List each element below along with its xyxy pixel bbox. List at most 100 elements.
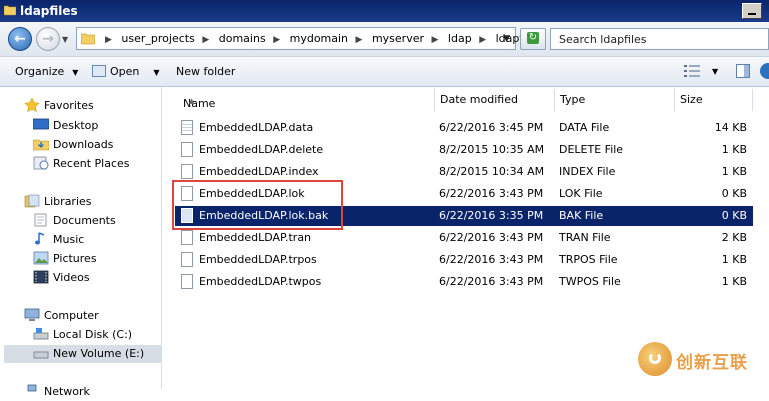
file-size: 14 KB	[714, 121, 747, 134]
new-folder-button[interactable]: New folder	[176, 65, 235, 78]
breadcrumb-ldap[interactable]: ldap	[448, 32, 472, 45]
downloads-icon	[33, 139, 49, 151]
window-title: ldapfiles	[20, 4, 78, 18]
recent-pages-dropdown[interactable]: ▼	[62, 35, 68, 44]
file-type: LOK File	[559, 187, 603, 200]
open-button[interactable]: Open ▼	[92, 65, 160, 78]
file-row[interactable]: EmbeddedLDAP.twpos 6/22/2016 3:43 PM TWP…	[175, 272, 753, 292]
file-size: 1 KB	[721, 165, 747, 178]
search-box[interactable]	[550, 28, 769, 50]
file-date: 6/22/2016 3:43 PM	[439, 253, 544, 266]
documents-icon	[34, 213, 47, 227]
view-options-icon[interactable]	[684, 65, 700, 77]
file-date: 6/22/2016 3:35 PM	[439, 209, 544, 222]
file-name: EmbeddedLDAP.tran	[199, 231, 312, 244]
file-type: DATA File	[559, 121, 610, 134]
file-name: EmbeddedLDAP.data	[199, 121, 314, 134]
star-icon	[24, 98, 40, 112]
chevron-down-icon: ▼	[72, 68, 79, 77]
pictures-icon	[33, 251, 49, 265]
network-icon	[27, 384, 37, 392]
address-row: ← → ▼ ▶ user_projects ▶ domains ▶ mydoma…	[0, 22, 769, 57]
search-input[interactable]	[557, 32, 761, 47]
forward-arrow-icon: →	[42, 31, 54, 47]
file-name: EmbeddedLDAP.delete	[199, 143, 324, 156]
sort-arrow-icon: ▲	[189, 97, 195, 105]
recent-places-icon	[33, 156, 49, 170]
file-type: BAK File	[559, 209, 604, 222]
file-date: 6/22/2016 3:43 PM	[439, 231, 544, 244]
drive-icon	[33, 351, 49, 359]
watermark-logo: 创新互联	[634, 340, 769, 384]
help-icon[interactable]	[760, 63, 769, 79]
nav-new-volume[interactable]: New Volume (E:)	[4, 345, 161, 363]
file-date: 6/22/2016 3:43 PM	[439, 275, 544, 288]
command-bar: Organize ▼ Open ▼ New folder ▼	[0, 57, 769, 87]
file-size: 0 KB	[721, 209, 747, 222]
file-type: TWPOS File	[559, 275, 621, 288]
drive-icon	[33, 328, 49, 340]
breadcrumb-chevron-icon[interactable]: ▶	[356, 35, 363, 45]
column-date-modified[interactable]: Date modified	[435, 89, 555, 111]
breadcrumb-chevron-icon[interactable]: ▶	[273, 35, 280, 45]
file-name: EmbeddedLDAP.index	[199, 165, 319, 178]
logo-icon	[638, 342, 672, 376]
data-file-icon	[181, 120, 193, 135]
breadcrumb-chevron-icon[interactable]: ▶	[479, 35, 486, 45]
chevron-down-icon: ▼	[153, 68, 160, 77]
file-row[interactable]: EmbeddedLDAP.delete 8/2/2015 10:35 AM DE…	[175, 140, 753, 160]
organize-button[interactable]: Organize ▼	[15, 65, 78, 78]
folder-icon	[81, 33, 95, 45]
file-date: 8/2/2015 10:35 AM	[439, 143, 545, 156]
file-row[interactable]: EmbeddedLDAP.trpos 6/22/2016 3:43 PM TRP…	[175, 250, 753, 270]
breadcrumb-mydomain[interactable]: mydomain	[290, 32, 348, 45]
breadcrumb-myserver[interactable]: myserver	[372, 32, 424, 45]
file-icon	[181, 142, 193, 157]
column-type-label: Type	[560, 93, 586, 106]
column-size[interactable]: Size	[675, 89, 753, 111]
file-size: 1 KB	[721, 143, 747, 156]
libraries-icon	[24, 194, 40, 208]
refresh-button[interactable]: ↻	[520, 28, 546, 50]
highlight-annotation-box	[172, 180, 343, 230]
breadcrumb-user-projects[interactable]: user_projects	[121, 32, 194, 45]
address-dropdown-icon[interactable]: ▼	[503, 34, 510, 44]
file-size: 1 KB	[721, 253, 747, 266]
breadcrumb-chevron-icon[interactable]: ▶	[105, 35, 112, 45]
minimize-button[interactable]	[742, 3, 762, 19]
forward-button[interactable]: →	[36, 27, 60, 51]
breadcrumb: ▶ user_projects ▶ domains ▶ mydomain ▶ m…	[101, 32, 542, 45]
address-bar[interactable]: ▶ user_projects ▶ domains ▶ mydomain ▶ m…	[76, 27, 542, 50]
file-name: EmbeddedLDAP.trpos	[199, 253, 317, 266]
back-button[interactable]: ←	[8, 27, 32, 51]
file-icon	[181, 252, 193, 267]
file-date: 8/2/2015 10:34 AM	[439, 165, 545, 178]
file-date: 6/22/2016 3:45 PM	[439, 121, 544, 134]
back-arrow-icon: ←	[14, 31, 26, 47]
file-size: 2 KB	[721, 231, 747, 244]
preview-pane-icon[interactable]	[736, 64, 750, 78]
file-row[interactable]: EmbeddedLDAP.data 6/22/2016 3:45 PM DATA…	[175, 118, 753, 138]
file-size: 1 KB	[721, 275, 747, 288]
folder-icon	[4, 5, 16, 16]
breadcrumb-chevron-icon[interactable]: ▶	[432, 35, 439, 45]
column-name-label: Name	[183, 97, 216, 110]
organize-label: Organize	[15, 65, 65, 78]
file-row[interactable]: EmbeddedLDAP.tran 6/22/2016 3:43 PM TRAN…	[175, 228, 753, 248]
column-type[interactable]: Type	[555, 89, 675, 111]
breadcrumb-chevron-icon[interactable]: ▶	[202, 35, 209, 45]
file-icon	[181, 274, 193, 289]
videos-icon	[33, 270, 49, 284]
navigation-pane: Favorites Desktop Downloads Recent Place…	[0, 87, 162, 398]
file-row[interactable]: EmbeddedLDAP.index 8/2/2015 10:34 AM IND…	[175, 162, 753, 182]
refresh-icon: ↻	[527, 32, 539, 44]
breadcrumb-domains[interactable]: domains	[219, 32, 266, 45]
column-name[interactable]: Name ▲	[162, 89, 435, 111]
column-date-label: Date modified	[440, 93, 518, 106]
music-icon	[35, 232, 45, 245]
title-bar: ldapfiles	[0, 0, 769, 22]
view-dropdown-icon[interactable]: ▼	[712, 67, 718, 76]
file-size: 0 KB	[721, 187, 747, 200]
watermark-text: 创新互联	[676, 353, 748, 373]
computer-icon	[24, 308, 40, 321]
